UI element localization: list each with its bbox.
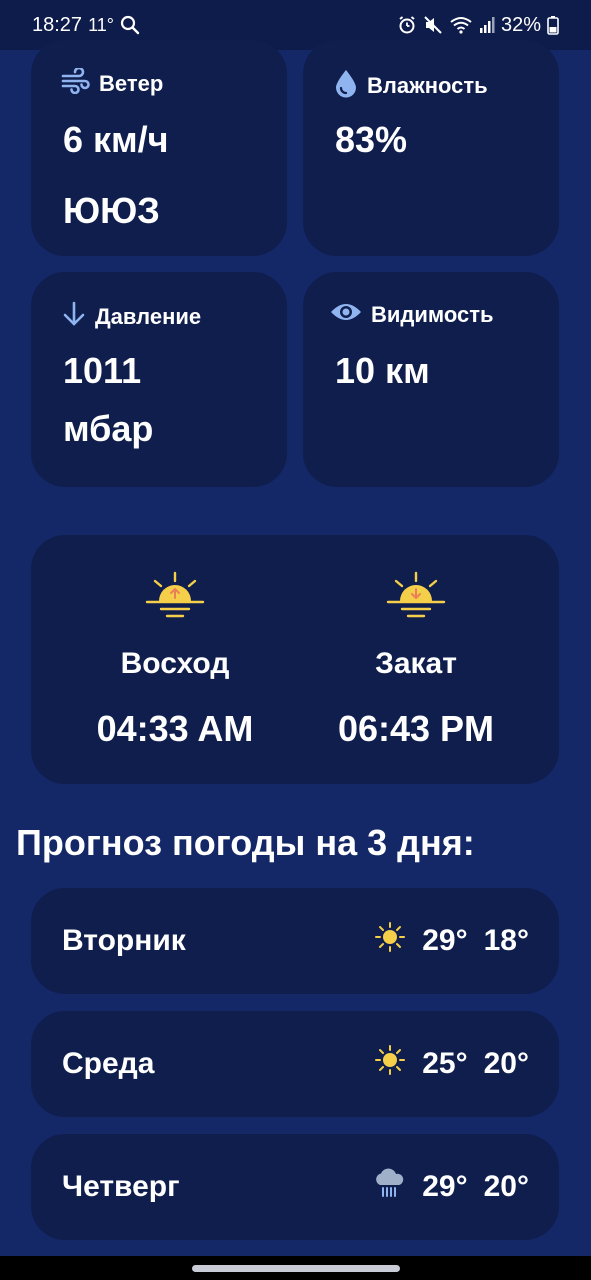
home-indicator[interactable] [192, 1265, 400, 1272]
wind-title: Ветер [99, 71, 164, 96]
high-temp: 29° [422, 924, 468, 957]
sunset-time: 06:43 PM [337, 708, 495, 749]
sun-icon [374, 921, 406, 961]
arrow-down-icon [61, 300, 87, 334]
day-name: Четверг [62, 1170, 180, 1203]
sunset-label: Закат [375, 647, 457, 680]
eye-icon [329, 300, 363, 330]
pressure-card: Давление 1011 мбар [31, 272, 287, 487]
mute-icon [423, 15, 443, 35]
low-temp: 18° [483, 924, 529, 957]
sunset-column: Закат 06:43 PM [284, 535, 548, 784]
humidity-title: Влажность [367, 73, 488, 98]
humidity-value: 83% [335, 119, 408, 160]
sun-card: Восход 04:33 AM Закат 06:43 PM [31, 535, 559, 784]
forecast-day-row[interactable]: Четверг 29° 20° [31, 1134, 559, 1240]
day-name: Вторник [62, 924, 186, 957]
signal-icon [479, 16, 495, 34]
battery-icon [547, 15, 559, 35]
search-icon [120, 15, 140, 35]
pressure-title: Давление [95, 304, 202, 329]
alarm-icon [397, 15, 417, 35]
visibility-title: Видимость [371, 302, 494, 327]
visibility-card: Видимость 10 км [303, 272, 559, 487]
forecast-day-row[interactable]: Среда 25° 20° [31, 1011, 559, 1117]
sunset-icon [384, 571, 448, 628]
sunrise-icon [143, 571, 207, 628]
low-temp: 20° [483, 1047, 529, 1080]
water-drop-icon [333, 68, 359, 104]
wifi-icon [449, 15, 473, 35]
day-name: Среда [62, 1047, 155, 1080]
wind-direction: ЮЮЗ [63, 190, 160, 231]
wind-icon [61, 66, 91, 100]
sunrise-column: Восход 04:33 AM [43, 535, 307, 784]
sunrise-label: Восход [120, 647, 230, 680]
sun-icon [374, 1044, 406, 1084]
battery-percent: 32% [500, 13, 541, 36]
forecast-day-row[interactable]: Вторник 29° 18° [31, 888, 559, 994]
rain-cloud-icon [372, 1167, 406, 1207]
high-temp: 25° [422, 1047, 468, 1080]
pressure-value: 1011 [63, 350, 142, 391]
visibility-value: 10 км [335, 350, 430, 391]
forecast-title: Прогноз погоды на 3 дня: [16, 822, 475, 863]
wind-speed: 6 км/ч [63, 119, 169, 160]
pressure-unit: мбар [63, 408, 154, 449]
status-temperature: 11° [88, 14, 114, 35]
wind-card: Ветер 6 км/ч ЮЮЗ [31, 40, 287, 256]
low-temp: 20° [483, 1170, 529, 1203]
sunrise-time: 04:33 AM [96, 708, 254, 749]
humidity-card: Влажность 83% [303, 40, 559, 256]
status-time: 18:27 [32, 13, 83, 36]
high-temp: 29° [422, 1170, 468, 1203]
